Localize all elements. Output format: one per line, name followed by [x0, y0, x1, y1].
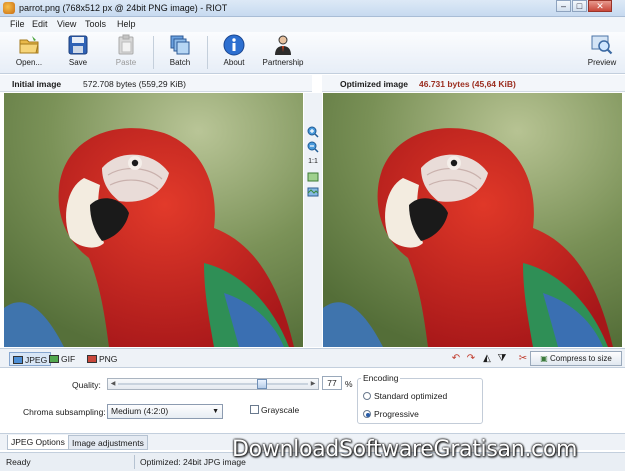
radio-progressive[interactable] [363, 410, 371, 418]
app-icon [3, 2, 15, 14]
toolbar-separator [153, 36, 154, 69]
batch-label: Batch [169, 58, 191, 67]
chevron-down-icon: ▼ [212, 408, 219, 415]
initial-image-view[interactable] [4, 93, 303, 347]
parrot-image-optimized [323, 93, 622, 347]
compress-icon: ▣ [540, 354, 550, 363]
gif-format-icon [49, 355, 59, 363]
tab-jpeg-options[interactable]: JPEG Options [7, 435, 69, 450]
menu-file[interactable]: File [10, 19, 25, 29]
about-label: About [223, 58, 245, 67]
optimized-image-label: Optimized image [340, 79, 409, 89]
toolbar-separator [207, 36, 208, 69]
grayscale-checkbox[interactable] [250, 405, 259, 414]
initial-image-size: 572.708 bytes (559,29 KiB) [83, 79, 187, 89]
initial-image-label: Initial image [12, 79, 62, 89]
maximize-button[interactable]: □ [572, 0, 587, 12]
save-label: Save [68, 58, 88, 67]
about-button[interactable]: About [216, 34, 252, 72]
menu-view[interactable]: View [57, 19, 76, 29]
optimized-image-view[interactable] [323, 93, 622, 347]
open-label: Open... [15, 58, 43, 67]
compress-to-size-button[interactable]: ▣ Compress to size [530, 351, 622, 366]
slider-thumb[interactable] [257, 379, 267, 389]
title-bar: parrot.png (768x512 px @ 24bit PNG image… [0, 0, 625, 17]
menu-tools[interactable]: Tools [85, 19, 106, 29]
status-info: Optimized: 24bit JPG image [140, 457, 246, 467]
quality-label: Quality: [72, 380, 101, 390]
radio-selected-dot [366, 413, 370, 417]
tab-jpeg-label: JPEG [25, 355, 48, 365]
quality-value-input[interactable]: 77 [322, 376, 342, 390]
folder-icon [19, 36, 39, 54]
open-button[interactable]: Open... [8, 34, 50, 72]
status-separator [134, 455, 135, 469]
progressive-label: Progressive [374, 409, 419, 419]
paste-label: Paste [115, 58, 137, 67]
chroma-subsampling-select[interactable]: Medium (4:2:0) ▼ [107, 404, 223, 419]
compare-view-icon[interactable] [307, 186, 319, 198]
clipboard-icon [118, 34, 134, 55]
tab-png[interactable]: PNG [84, 352, 120, 366]
menu-bar: File Edit View Tools Help [0, 17, 625, 32]
menu-edit[interactable]: Edit [32, 19, 48, 29]
menu-help[interactable]: Help [117, 19, 136, 29]
slider-left-arrow-icon[interactable]: ◀ [108, 379, 118, 389]
rotate-left-icon[interactable]: ↶ [450, 353, 462, 365]
zoom-one-to-one[interactable]: 1:1 [307, 156, 319, 168]
minimize-button[interactable]: – [556, 0, 571, 12]
preview-button[interactable]: Preview [584, 34, 620, 72]
parrot-image [4, 93, 303, 347]
watermark-text: DownloadSoftwareGratisan.com [232, 437, 578, 462]
batch-button[interactable]: Batch [162, 34, 198, 72]
optimized-image-size: 46.731 bytes (45,64 KiB) [419, 79, 516, 89]
person-icon [275, 35, 291, 55]
save-button[interactable]: Save [60, 34, 96, 72]
initial-image-header: Initial image 572.708 bytes (559,29 KiB) [0, 75, 312, 92]
zoom-in-icon[interactable] [307, 126, 319, 138]
fit-image-icon[interactable] [307, 171, 319, 183]
flip-vertical-icon[interactable]: ⧩ [496, 353, 508, 365]
zoom-out-icon[interactable] [307, 141, 319, 153]
status-ready: Ready [6, 457, 31, 467]
flip-horizontal-icon[interactable]: ◭ [481, 353, 493, 365]
png-format-icon [87, 355, 97, 363]
tab-jpeg[interactable]: JPEG [9, 352, 52, 366]
zoom-toolbar: 1:1 [304, 93, 322, 347]
quality-slider[interactable]: ◀ ▶ [107, 378, 319, 390]
standard-optimized-label: Standard optimized [374, 391, 448, 401]
partnership-label: Partnership [262, 58, 304, 67]
toolbar: Open... Save Paste Batch About Partnersh… [0, 32, 625, 74]
radio-standard-optimized[interactable] [363, 392, 371, 400]
encoding-legend: Encoding [361, 373, 401, 383]
partnership-button[interactable]: Partnership [258, 34, 308, 72]
tab-gif[interactable]: GIF [46, 352, 78, 366]
jpeg-format-icon [13, 356, 23, 364]
paste-button[interactable]: Paste [108, 34, 144, 72]
format-tabs-bar: JPEG GIF PNG ↶ ↷ ◭ ⧩ ✂ ▣ Compress to siz… [0, 348, 625, 368]
chroma-selected-value: Medium (4:2:0) [111, 406, 169, 416]
optimized-image-header: Optimized image 46.731 bytes (45,64 KiB) [322, 75, 625, 92]
tab-image-adjustments[interactable]: Image adjustments [68, 435, 148, 450]
quality-unit: % [345, 379, 353, 389]
tab-gif-label: GIF [61, 354, 76, 364]
chroma-subsampling-label: Chroma subsampling: [23, 407, 106, 417]
rotate-right-icon[interactable]: ↷ [465, 353, 477, 365]
info-icon [223, 34, 245, 56]
window-title: parrot.png (768x512 px @ 24bit PNG image… [19, 3, 228, 13]
tools-icon[interactable]: ✂ [517, 353, 529, 365]
grayscale-label: Grayscale [261, 405, 300, 415]
batch-images-icon [170, 35, 190, 55]
slider-track [118, 383, 308, 385]
floppy-disk-icon [68, 35, 88, 55]
preview-label: Preview [587, 58, 617, 67]
tab-png-label: PNG [99, 354, 118, 364]
slider-right-arrow-icon[interactable]: ▶ [308, 379, 318, 389]
preview-magnifier-icon [591, 35, 613, 55]
close-button[interactable]: ✕ [588, 0, 612, 12]
compress-label: Compress to size [549, 354, 612, 363]
